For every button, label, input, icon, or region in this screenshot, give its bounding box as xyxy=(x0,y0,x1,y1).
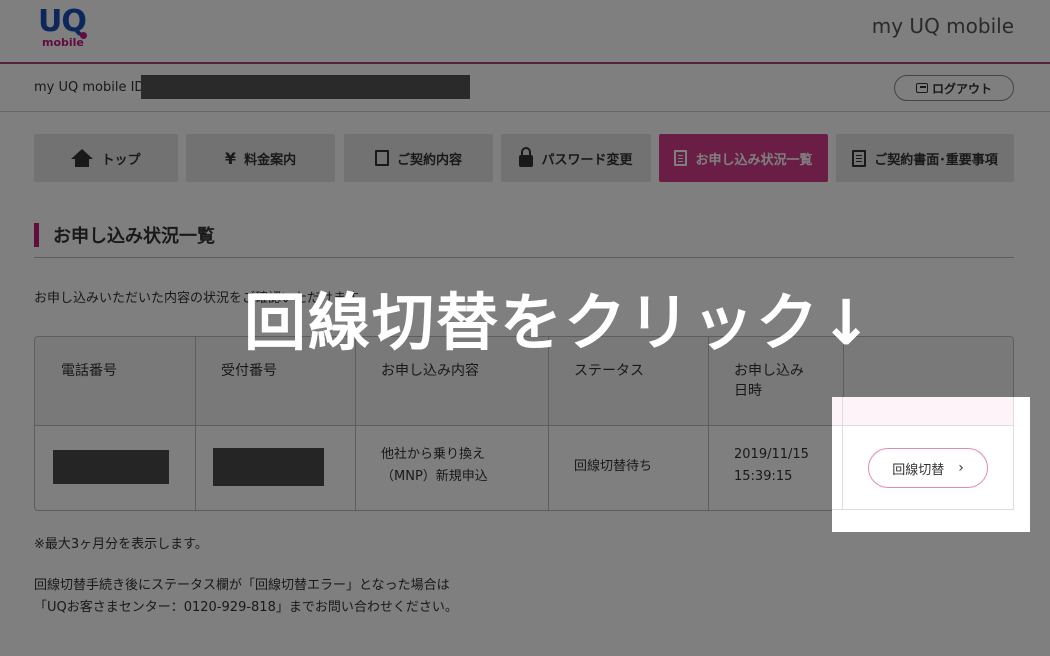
tab-top[interactable]: トップ xyxy=(34,134,178,182)
line-switch-label: 回線切替 xyxy=(892,462,945,478)
logout-icon xyxy=(915,83,928,93)
tab-contract[interactable]: ご契約内容 xyxy=(344,134,493,182)
account-bar: my UQ mobile ID ログアウト xyxy=(0,64,1050,112)
tab-documents[interactable]: ご契約書面･重要事項 xyxy=(836,134,1014,182)
header-application-content: お申し込み内容 xyxy=(381,363,479,379)
home-icon xyxy=(71,149,94,167)
tab-label: ご契約内容 xyxy=(396,152,462,168)
edit-icon xyxy=(374,150,389,166)
logout-button[interactable]: ログアウト xyxy=(894,75,1014,101)
section-divider xyxy=(34,257,1014,258)
header-application-date: お申し込み 日時 xyxy=(734,363,804,399)
content-cell: 他社から乗り換え （MNP）新規申込 xyxy=(381,444,488,488)
header-reception-number: 受付番号 xyxy=(221,363,277,379)
main-nav: トップ ¥ 料金案内 ご契約内容 パスワード変更 お申し込み状況一覧 ご契約書面… xyxy=(34,134,1014,182)
instruction-caption: 回線切替をクリック↓ xyxy=(244,286,874,359)
column-separator xyxy=(708,337,709,510)
content-line: 他社から乗り換え xyxy=(381,447,486,462)
page-title: お申し込み状況一覧 xyxy=(53,226,215,247)
tab-label: トップ xyxy=(101,152,141,168)
heading-accent-bar xyxy=(34,223,39,247)
column-separator xyxy=(195,337,196,510)
chevron-right-icon: › xyxy=(958,460,964,476)
tab-label: ご契約書面･重要事項 xyxy=(874,152,998,168)
logout-label: ログアウト xyxy=(931,81,992,96)
date-cell: 2019/11/15 15:39:15 xyxy=(734,444,809,488)
header-phone-number: 電話番号 xyxy=(61,363,117,379)
tab-applications[interactable]: お申し込み状況一覧 xyxy=(659,134,828,182)
time-value: 15:39:15 xyxy=(734,469,793,484)
tab-label: 料金案内 xyxy=(244,152,297,168)
tab-password[interactable]: パスワード変更 xyxy=(501,134,651,182)
lock-icon xyxy=(519,147,534,167)
highlight-column-divider xyxy=(842,397,843,510)
brand-title: my UQ mobile xyxy=(871,14,1014,38)
highlight-table-edge xyxy=(1013,397,1014,510)
header-status: ステータス xyxy=(574,363,644,379)
account-id-label: my UQ mobile ID xyxy=(34,80,145,95)
content-line: （MNP）新規申込 xyxy=(381,469,488,484)
list-icon xyxy=(674,150,688,166)
tab-label: パスワード変更 xyxy=(541,152,633,168)
tab-pricing[interactable]: ¥ 料金案内 xyxy=(186,134,335,182)
logo-text: UQ xyxy=(38,4,87,39)
date-value: 2019/11/15 xyxy=(734,447,809,462)
logo-subtext: mobile xyxy=(42,36,84,49)
yen-icon: ¥ xyxy=(224,148,237,168)
document-icon xyxy=(852,149,867,167)
column-separator xyxy=(355,337,356,510)
site-header: UQ mobile my UQ mobile xyxy=(0,0,1050,62)
highlight-row-divider xyxy=(832,425,1014,426)
line-switch-button[interactable]: 回線切替 › xyxy=(868,448,988,488)
highlight-header-cell xyxy=(832,397,1014,425)
highlight-table-bottom xyxy=(832,509,1014,510)
status-cell: 回線切替待ち xyxy=(574,459,653,474)
reception-number-redacted xyxy=(213,448,324,486)
section-heading: お申し込み状況一覧 xyxy=(34,223,215,247)
footer-note: 回線切替手続き後にステータス欄が「回線切替エラー」となった場合は xyxy=(34,578,450,593)
display-limit-note: ※最大3ヶ月分を表示します。 xyxy=(34,537,208,552)
phone-number-redacted xyxy=(53,450,169,484)
footer-note: 「UQお客さまセンター：0120-929-818」までお問い合わせください。 xyxy=(34,600,458,615)
account-id-redacted xyxy=(141,75,470,99)
tab-label: お申し込み状況一覧 xyxy=(695,152,813,168)
uq-mobile-logo[interactable]: UQ mobile xyxy=(36,4,92,50)
column-separator xyxy=(548,337,549,510)
